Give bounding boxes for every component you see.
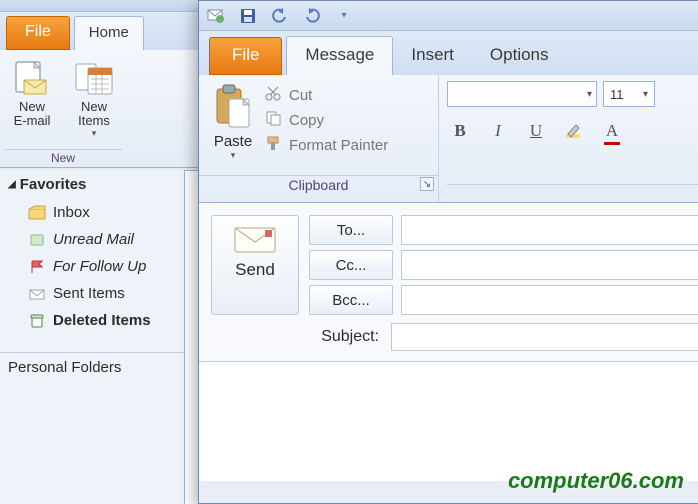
compose-file-tab[interactable]: File	[209, 37, 282, 75]
underline-button[interactable]: U	[523, 119, 549, 143]
send-button[interactable]: Send	[211, 215, 299, 315]
copy-button[interactable]: Copy	[265, 110, 388, 130]
format-painter-label: Format Painter	[289, 137, 388, 154]
compose-window: ▾ File Message Insert Options	[198, 0, 698, 504]
save-icon[interactable]	[237, 5, 259, 27]
ribbon-group-clipboard: Paste ▾ Cut Copy	[199, 75, 439, 202]
sidebar-item-inbox[interactable]: Inbox	[0, 199, 184, 226]
new-email-label: New E-mail	[14, 100, 51, 129]
favorites-label: Favorites	[20, 176, 87, 193]
new-items-button[interactable]: New Items ▾	[66, 56, 122, 140]
personal-folders-header[interactable]: Personal Folders	[0, 352, 184, 382]
followup-label: For Follow Up	[53, 258, 146, 275]
font-size-selector[interactable]: 11 ▾	[603, 81, 655, 107]
subject-field[interactable]	[391, 323, 698, 351]
bcc-field[interactable]	[401, 285, 698, 315]
qat-app-icon[interactable]	[205, 5, 227, 27]
dropdown-caret-icon: ▾	[92, 129, 97, 139]
clipboard-group-text: Clipboard	[289, 177, 349, 193]
calendar-items-icon	[72, 58, 116, 100]
send-label: Send	[235, 260, 275, 280]
group-label-new: New	[4, 149, 122, 165]
paste-button[interactable]: Paste ▾	[203, 81, 263, 175]
clipboard-dialog-launcher[interactable]: ↘	[420, 177, 434, 191]
unread-label: Unread Mail	[53, 231, 134, 248]
cut-button[interactable]: Cut	[265, 85, 388, 105]
main-file-tab[interactable]: File	[6, 16, 70, 50]
qat-more-icon[interactable]: ▾	[333, 5, 355, 27]
sent-label: Sent Items	[53, 285, 125, 302]
compose-header-area: Send To... Cc... Bcc...	[199, 203, 698, 323]
sidebar-item-unread[interactable]: Unread Mail	[0, 226, 184, 253]
mail-page-icon	[10, 58, 54, 100]
copy-icon	[265, 110, 283, 130]
collapse-triangle-icon: ◢	[8, 179, 16, 190]
highlight-button[interactable]	[561, 119, 587, 143]
message-body[interactable]	[199, 361, 698, 481]
favorites-header[interactable]: ◢ Favorites	[0, 170, 184, 199]
main-home-tab[interactable]: Home	[74, 16, 144, 50]
paste-label: Paste	[214, 133, 252, 150]
dropdown-caret-icon: ▾	[231, 150, 236, 161]
flag-icon	[28, 259, 46, 275]
sidebar-item-sent[interactable]: Sent Items	[0, 280, 184, 307]
new-email-button[interactable]: New E-mail	[4, 56, 60, 140]
copy-label: Copy	[289, 112, 324, 129]
format-painter-button[interactable]: Format Painter	[265, 135, 388, 155]
redo-icon[interactable]	[301, 5, 323, 27]
sent-icon	[28, 286, 46, 302]
bcc-button[interactable]: Bcc...	[309, 285, 393, 315]
italic-button[interactable]: I	[485, 119, 511, 143]
unread-icon	[28, 232, 46, 248]
font-color-button[interactable]: A	[599, 119, 625, 143]
to-field[interactable]	[401, 215, 698, 245]
font-name-selector[interactable]: ▾	[447, 81, 597, 107]
subject-row: Subject:	[199, 323, 698, 361]
undo-icon[interactable]	[269, 5, 291, 27]
ribbon-group-new: New E-mail	[0, 50, 126, 167]
compose-ribbon: Paste ▾ Cut Copy	[199, 75, 698, 203]
sidebar-item-followup[interactable]: For Follow Up	[0, 253, 184, 280]
cc-button[interactable]: Cc...	[309, 250, 393, 280]
inbox-label: Inbox	[53, 204, 90, 221]
to-button[interactable]: To...	[309, 215, 393, 245]
brush-icon	[265, 135, 283, 155]
tab-options[interactable]: Options	[472, 37, 567, 75]
dropdown-caret-icon: ▾	[587, 89, 592, 100]
subject-label: Subject:	[211, 328, 383, 346]
group-label-basictext: Basic Text	[447, 184, 698, 202]
new-items-label: New Items	[78, 100, 110, 129]
tab-message[interactable]: Message	[286, 36, 393, 75]
cc-field[interactable]	[401, 250, 698, 280]
quick-access-toolbar: ▾	[199, 1, 698, 31]
tab-insert[interactable]: Insert	[393, 37, 472, 75]
scissors-icon	[265, 85, 283, 105]
inbox-folder-icon	[28, 205, 46, 221]
ribbon-group-basictext: ▾ 11 ▾ B I U A Basic Text	[439, 75, 698, 202]
sidebar-item-deleted[interactable]: Deleted Items	[0, 307, 184, 334]
group-label-clipboard: Clipboard ↘	[199, 175, 438, 193]
paste-icon	[211, 83, 255, 131]
bold-button[interactable]: B	[447, 119, 473, 143]
navigation-pane: ◢ Favorites Inbox Unread Mail For Follow…	[0, 170, 185, 504]
trash-icon	[28, 313, 46, 329]
font-size-value: 11	[610, 87, 624, 102]
compose-ribbon-tabs: File Message Insert Options	[199, 31, 698, 75]
dropdown-caret-icon: ▾	[643, 89, 648, 100]
deleted-label: Deleted Items	[53, 312, 151, 329]
envelope-send-icon	[231, 224, 279, 256]
cut-label: Cut	[289, 87, 312, 104]
